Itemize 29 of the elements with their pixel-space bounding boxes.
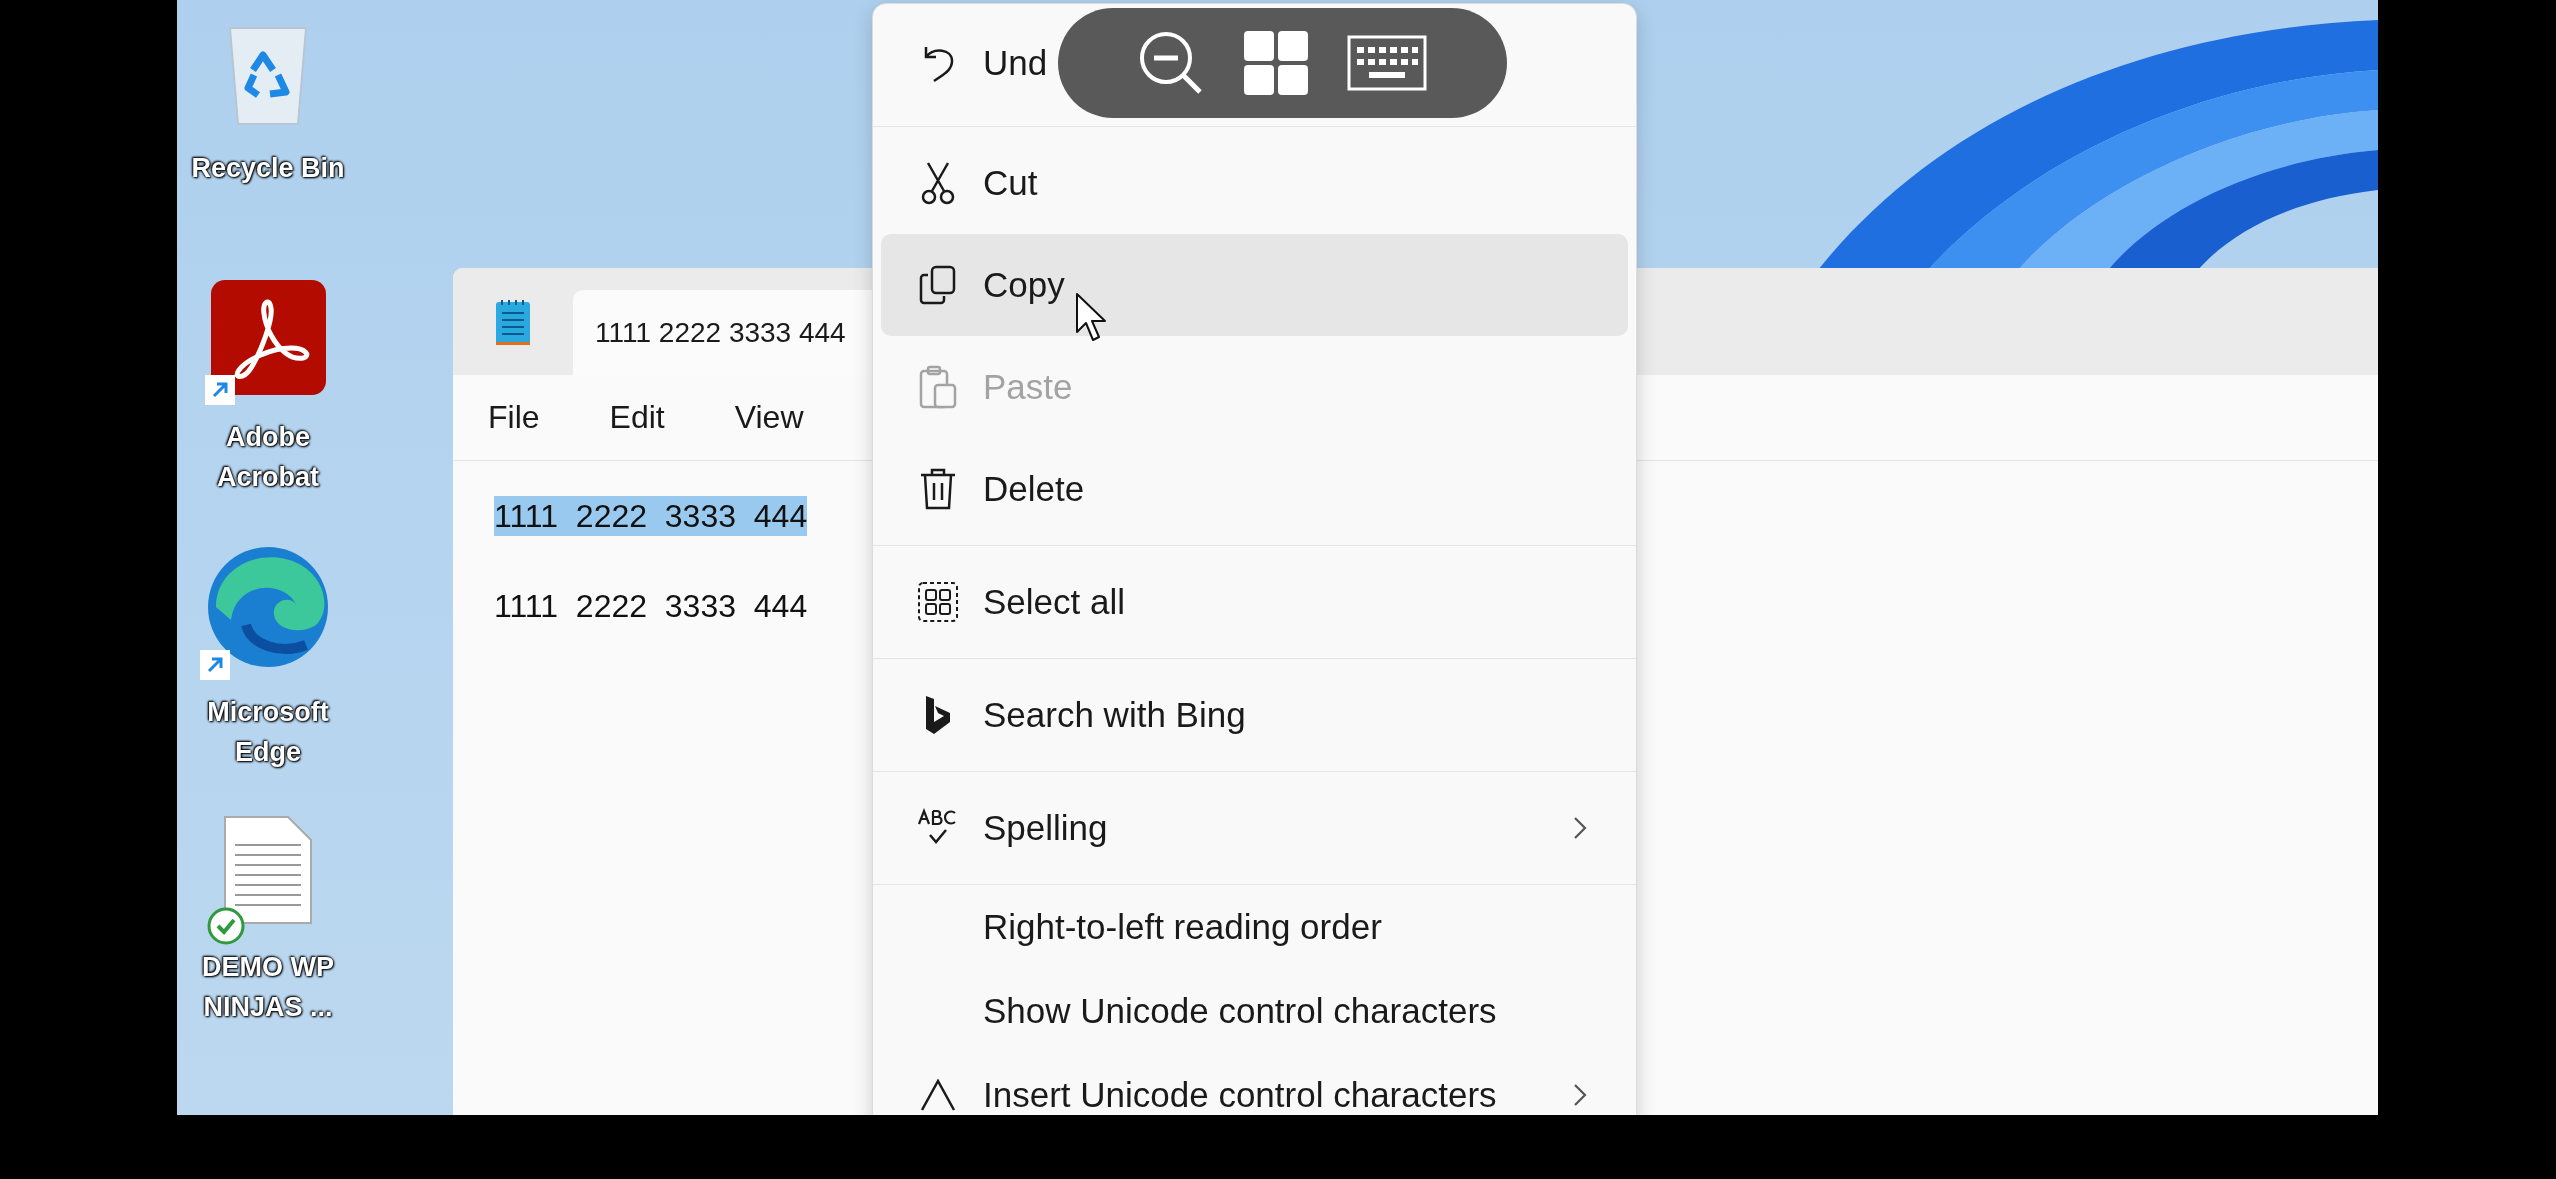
chevron-right-icon (1572, 815, 1588, 841)
menu-bar-item[interactable]: Edit (609, 399, 665, 436)
text-file-icon[interactable] (223, 815, 313, 925)
start-grid-icon[interactable] (1243, 31, 1308, 95)
chevron-right-icon (1572, 1082, 1588, 1108)
context-menu-item[interactable]: Insert Unicode control characters (881, 1053, 1628, 1115)
scissors-icon (920, 161, 956, 205)
menu-bar-item[interactable]: View (734, 399, 804, 436)
context-menu-item[interactable]: Copy (881, 234, 1628, 336)
context-menu-item[interactable]: Spelling (881, 777, 1628, 879)
copy-icon (919, 265, 957, 305)
browser-app-icon[interactable] (205, 545, 331, 670)
context-menu-item[interactable]: Cut (881, 132, 1628, 234)
caret-icon (919, 1078, 957, 1112)
select-all-icon (917, 581, 959, 623)
zoom-out-icon[interactable] (1137, 30, 1204, 96)
mouse-pointer-icon (1075, 292, 1109, 344)
pdf-app-icon[interactable] (210, 280, 326, 395)
context-menu-item[interactable]: Select all (881, 551, 1628, 653)
text-line: 1111 2222 3333 444 (494, 587, 808, 626)
context-menu-item[interactable]: Show Unicode control characters (881, 969, 1628, 1053)
keyboard-icon[interactable] (1347, 35, 1428, 91)
context-menu-item[interactable]: Right-to-left reading order (881, 885, 1628, 969)
trash-icon (919, 467, 957, 511)
context-menu-item[interactable]: Delete (881, 438, 1628, 540)
clipboard-icon (919, 365, 957, 409)
context-menu-item[interactable]: Search with Bing (881, 664, 1628, 766)
sync-check-icon (207, 907, 245, 945)
menu-bar-item[interactable]: File (488, 399, 540, 436)
